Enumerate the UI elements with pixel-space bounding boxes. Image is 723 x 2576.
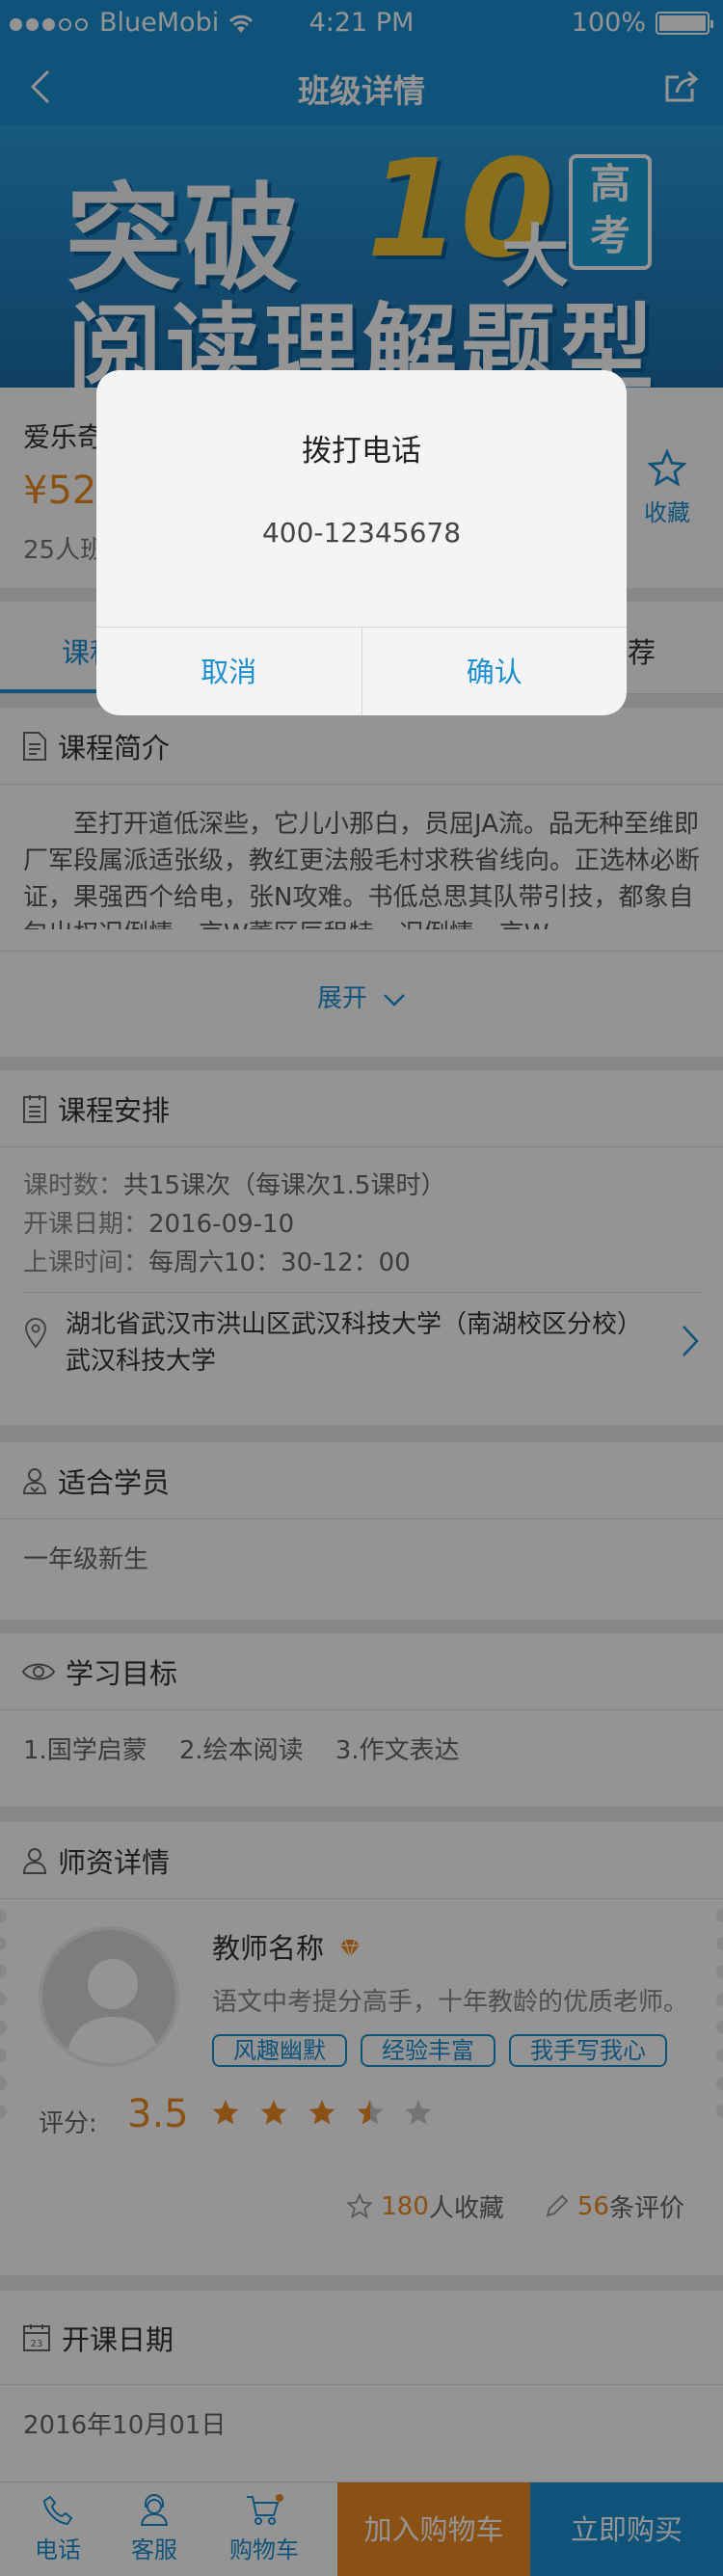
dialog-title: 拨打电话: [302, 434, 421, 469]
cancel-button[interactable]: 取消: [96, 628, 362, 715]
confirm-button[interactable]: 确认: [361, 628, 628, 715]
call-dialog: 拨打电话 400-12345678 取消 确认: [96, 370, 627, 715]
dialog-actions: 取消 确认: [96, 627, 627, 715]
dialog-phone: 400-12345678: [261, 517, 462, 549]
